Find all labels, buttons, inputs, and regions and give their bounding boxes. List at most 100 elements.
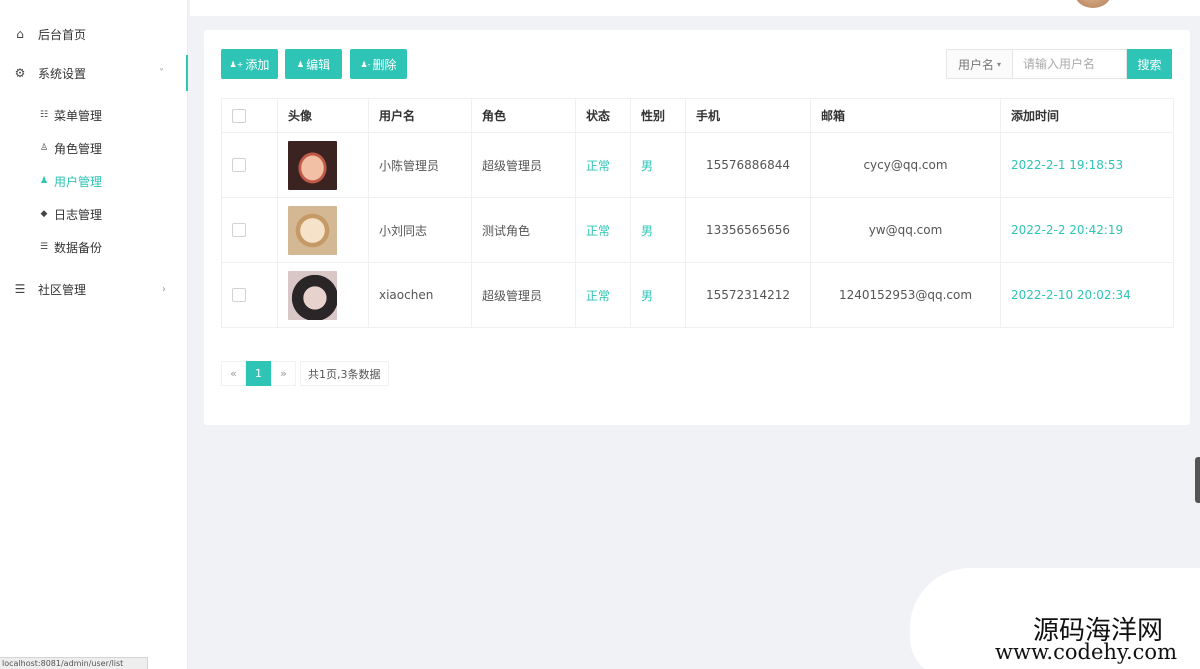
avatar-cell xyxy=(277,197,369,263)
user-list-card: ♟+ 添加 ♟ 编辑 ♟- 删除 用户名 ▾ 搜索 头像 用户名 角色 状态 xyxy=(204,30,1190,425)
search-group: 用户名 ▾ 搜索 xyxy=(946,49,1172,79)
row-checkbox[interactable] xyxy=(232,158,246,173)
avatar xyxy=(288,140,337,190)
pagination-info: 共1页,3条数据 xyxy=(300,361,389,386)
username-cell: 小刘同志 xyxy=(368,197,472,263)
role-cell: 超级管理员 xyxy=(471,262,576,328)
prev-page-button[interactable]: « xyxy=(221,361,246,386)
database-icon: ☰ xyxy=(39,242,49,252)
user-table: 头像 用户名 角色 状态 性别 手机 邮箱 添加时间 小陈管理员 超级管理员 正… xyxy=(221,98,1174,328)
chevron-down-icon: ˅ xyxy=(159,67,164,79)
row-select-cell xyxy=(221,197,278,263)
column-header: 添加时间 xyxy=(1000,98,1174,133)
column-header: 邮箱 xyxy=(810,98,1001,133)
list-icon: ☷ xyxy=(39,110,49,120)
table-row[interactable]: 小刘同志 测试角色 正常 男 13356565656 yw@qq.com 202… xyxy=(221,197,1174,263)
users-icon: ♟ xyxy=(39,176,49,186)
avatar-cell xyxy=(277,132,369,198)
status-cell: 正常 xyxy=(575,132,631,198)
search-field-value: 用户名 xyxy=(957,57,994,72)
column-header: 手机 xyxy=(685,98,811,133)
tag-icon: ◆ xyxy=(40,209,48,219)
table-row[interactable]: 小陈管理员 超级管理员 正常 男 15576886844 cycy@qq.com… xyxy=(221,132,1174,198)
created-time-cell: 2022-2-2 20:42:19 xyxy=(1000,197,1174,263)
role-cell: 超级管理员 xyxy=(471,132,576,198)
role-cell: 测试角色 xyxy=(471,197,576,263)
top-header xyxy=(190,0,1200,16)
chevron-right-icon: › xyxy=(162,283,166,295)
sidebar-item-label: 系统设置 xyxy=(38,66,87,81)
phone-cell: 15576886844 xyxy=(685,132,811,198)
sidebar-subitem-label: 用户管理 xyxy=(54,174,103,189)
created-time-cell: 2022-2-10 20:02:34 xyxy=(1000,262,1174,328)
username-cell: xiaochen xyxy=(368,262,472,328)
sidebar-item-community[interactable]: ☰ 社区管理 › xyxy=(0,271,188,307)
gear-icon: ⚙ xyxy=(14,66,26,80)
status-cell: 正常 xyxy=(575,262,631,328)
sidebar-subitem-label: 角色管理 xyxy=(54,141,103,156)
status-cell: 正常 xyxy=(575,197,631,263)
select-all-checkbox[interactable] xyxy=(232,108,246,123)
search-field-select[interactable]: 用户名 ▾ xyxy=(946,49,1013,79)
add-button-label: 添加 xyxy=(245,57,270,72)
email-cell: 1240152953@qq.com xyxy=(810,262,1001,328)
username-cell: 小陈管理员 xyxy=(368,132,472,198)
delete-button-label: 删除 xyxy=(372,57,397,72)
user-role-icon: ♙ xyxy=(39,143,49,153)
layers-icon: ☰ xyxy=(14,282,26,296)
edit-button[interactable]: ♟ 编辑 xyxy=(285,49,342,79)
sidebar-subitem-label: 菜单管理 xyxy=(54,108,103,123)
sidebar-item-system-settings[interactable]: ⚙ 系统设置 ˅ xyxy=(0,55,188,91)
table-row[interactable]: xiaochen 超级管理员 正常 男 15572314212 12401529… xyxy=(221,262,1174,328)
avatar xyxy=(288,205,337,255)
sidebar-subitem-label: 数据备份 xyxy=(54,240,103,255)
add-user-icon: ♟+ xyxy=(229,59,244,69)
search-button[interactable]: 搜索 xyxy=(1127,49,1172,79)
column-header: 头像 xyxy=(277,98,369,133)
email-cell: yw@qq.com xyxy=(810,197,1001,263)
phone-cell: 15572314212 xyxy=(685,262,811,328)
gender-cell: 男 xyxy=(630,197,686,263)
sidebar-item-home[interactable]: ⌂ 后台首页 xyxy=(0,16,188,52)
table-header-row: 头像 用户名 角色 状态 性别 手机 邮箱 添加时间 xyxy=(221,98,1174,133)
created-time-cell: 2022-2-1 19:18:53 xyxy=(1000,132,1174,198)
side-drawer-handle[interactable] xyxy=(1195,457,1200,503)
edit-button-label: 编辑 xyxy=(306,57,331,72)
sidebar-subitem-backup[interactable]: ☰ 数据备份 xyxy=(0,233,188,261)
delete-button[interactable]: ♟- 删除 xyxy=(350,49,407,79)
row-select-cell xyxy=(221,262,278,328)
email-cell: cycy@qq.com xyxy=(810,132,1001,198)
pagination: « 1 » 共1页,3条数据 xyxy=(221,361,389,386)
sidebar-subitem-users[interactable]: ♟ 用户管理 xyxy=(0,167,188,195)
gender-cell: 男 xyxy=(630,262,686,328)
column-header: 状态 xyxy=(575,98,631,133)
phone-cell: 13356565656 xyxy=(685,197,811,263)
sidebar: ⌂ 后台首页 ⚙ 系统设置 ˅ ☷ 菜单管理 ♙ 角色管理 ♟ 用户管理 ◆ 日… xyxy=(0,0,188,669)
home-icon: ⌂ xyxy=(16,27,24,41)
remove-user-icon: ♟- xyxy=(360,59,371,69)
column-header: 性别 xyxy=(630,98,686,133)
watermark-url: www.codehy.com xyxy=(995,640,1177,664)
column-header: 角色 xyxy=(471,98,576,133)
caret-down-icon: ▾ xyxy=(997,59,1002,69)
search-input[interactable] xyxy=(1013,49,1127,79)
row-select-cell xyxy=(221,132,278,198)
sidebar-subitem-menu[interactable]: ☷ 菜单管理 xyxy=(0,101,188,129)
avatar xyxy=(288,270,337,320)
sidebar-subitem-label: 日志管理 xyxy=(54,207,103,222)
edit-user-icon: ♟ xyxy=(296,59,305,69)
sidebar-subitem-logs[interactable]: ◆ 日志管理 xyxy=(0,200,188,228)
sidebar-item-label: 后台首页 xyxy=(38,27,87,42)
next-page-button[interactable]: » xyxy=(271,361,296,386)
avatar-cell xyxy=(277,262,369,328)
sidebar-subitem-roles[interactable]: ♙ 角色管理 xyxy=(0,134,188,162)
status-url: localhost:8081/admin/user/list xyxy=(0,657,148,669)
column-header: 用户名 xyxy=(368,98,472,133)
row-checkbox[interactable] xyxy=(232,223,246,238)
page-number-button[interactable]: 1 xyxy=(246,361,271,386)
add-button[interactable]: ♟+ 添加 xyxy=(221,49,278,79)
gender-cell: 男 xyxy=(630,132,686,198)
row-checkbox[interactable] xyxy=(232,288,246,303)
sidebar-item-label: 社区管理 xyxy=(38,282,87,297)
select-all-cell xyxy=(221,98,278,133)
